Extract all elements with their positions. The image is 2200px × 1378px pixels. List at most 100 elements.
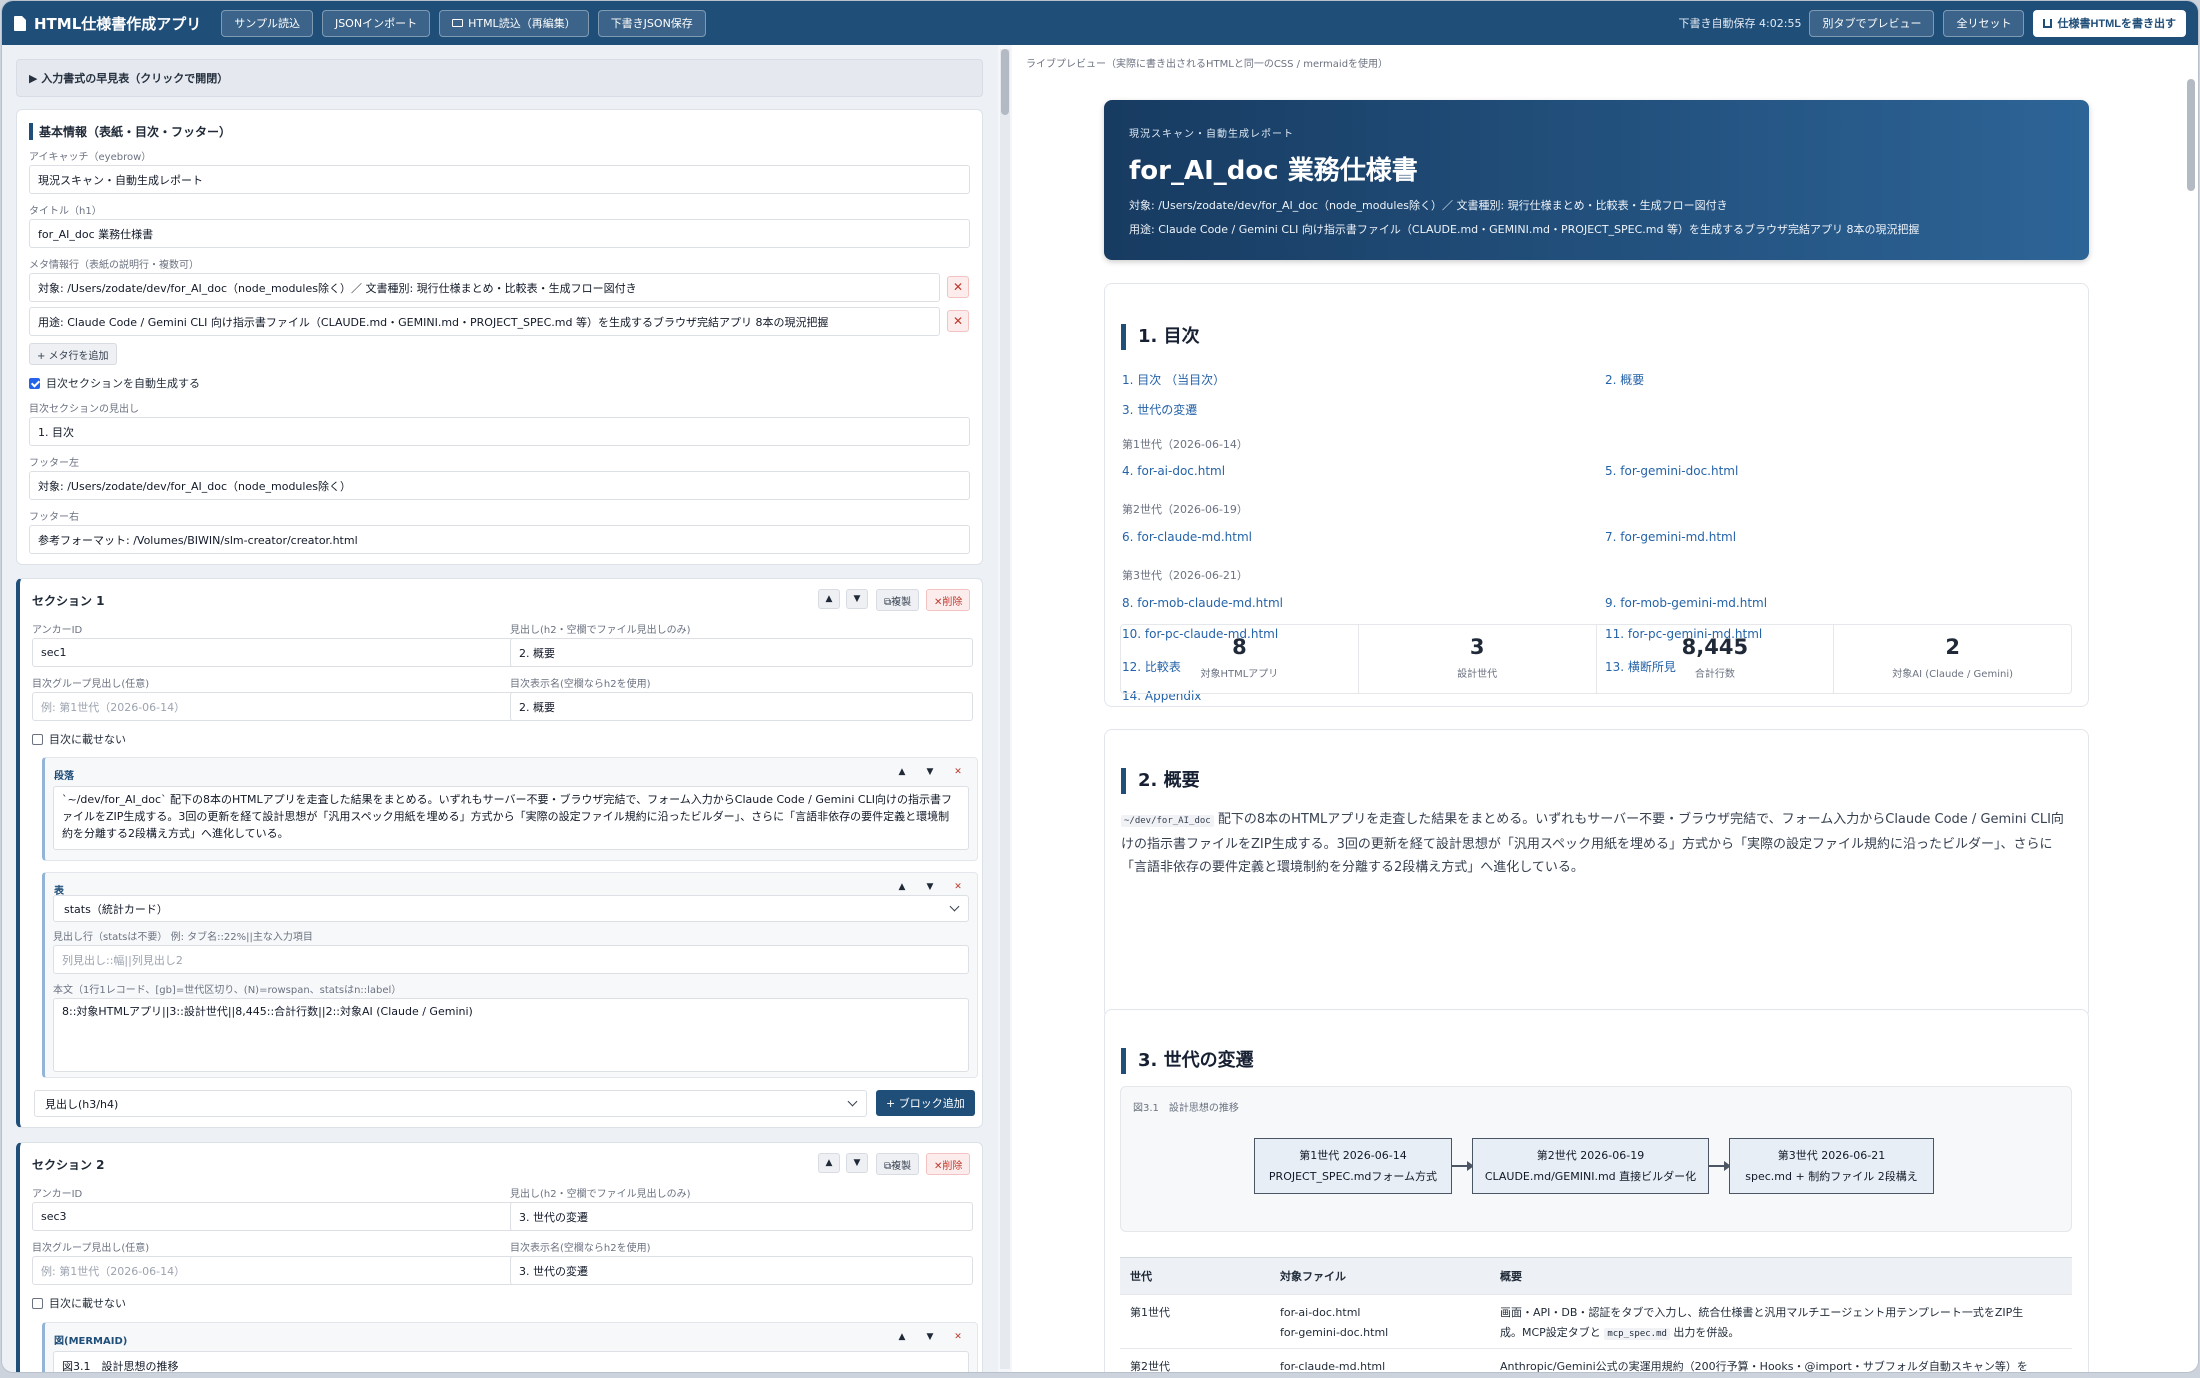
block-type-select[interactable]: 見出し(h3/h4) xyxy=(34,1090,867,1117)
toc-link[interactable]: 8. for-mob-claude-md.html xyxy=(1122,596,1283,610)
diagram-arrow xyxy=(1452,1162,1474,1170)
file-name: for-gemini-doc.html xyxy=(1280,1326,1389,1339)
preview-label: ライブプレビュー（実際に書き出されるHTMLと同一のCSS / mermaidを… xyxy=(1026,59,1389,70)
table-kind-value: stats（統計カード） xyxy=(64,902,168,916)
basic-info-title: 基本情報（表紙・目次・フッター） xyxy=(29,123,231,140)
footer-left-input[interactable]: 対象: /Users/zodate/dev/for_AI_doc（node_mo… xyxy=(29,471,970,500)
load-sample-button[interactable]: サンプル読込 xyxy=(221,9,313,37)
meta-input-2[interactable]: 用途: Claude Code / Gemini CLI 向け指示書ファイル（C… xyxy=(29,307,940,336)
summary-text: 出力を併設。 xyxy=(1673,1326,1740,1339)
toc-link[interactable]: 7. for-gemini-md.html xyxy=(1605,530,1736,544)
editor-scrollbar[interactable] xyxy=(1000,49,1010,1369)
cover-meta-1: 対象: /Users/zodate/dev/for_AI_doc（node_mo… xyxy=(1129,199,1728,212)
add-block-button[interactable]: + ブロック追加 xyxy=(876,1090,975,1116)
summary-line: 成。MCP設定タブと mcp_spec.md 出力を併設。 xyxy=(1500,1323,2062,1344)
block-delete-button[interactable]: ✕ xyxy=(947,1327,969,1347)
toc-auto-checkbox[interactable]: 目次セクションを自動生成する xyxy=(29,375,200,391)
preview-scrollbar-thumb[interactable] xyxy=(2187,79,2195,191)
heading-input[interactable]: 3. 世代の変遷 xyxy=(510,1202,973,1231)
preview-new-tab-button[interactable]: 別タブでプレビュー xyxy=(1809,9,1935,37)
toc-name-input[interactable]: 3. 世代の変遷 xyxy=(510,1256,973,1285)
meta-input-1[interactable]: 対象: /Users/zodate/dev/for_AI_doc（node_mo… xyxy=(29,273,940,302)
editor-scrollbar-thumb[interactable] xyxy=(1001,49,1009,115)
block-move-down-button[interactable]: ▼ xyxy=(919,762,941,782)
node-line: 第2世代 2026-06-19 xyxy=(1536,1149,1645,1162)
toc-heading-input[interactable]: 1. 目次 xyxy=(29,417,970,446)
block-delete-button[interactable]: ✕ xyxy=(947,877,969,897)
remove-meta-1-button[interactable]: ✕ xyxy=(947,276,969,298)
checkbox-unchecked[interactable] xyxy=(32,1297,43,1309)
heading-input[interactable]: 2. 概要 xyxy=(510,638,973,667)
add-meta-row-button[interactable]: + メタ行を追加 xyxy=(29,343,117,365)
block-move-down-button[interactable]: ▼ xyxy=(919,1327,941,1347)
editor-pane[interactable]: ▶ 入力書式の早見表（クリックで開閉） 基本情報（表紙・目次・フッター） アイキ… xyxy=(2,45,998,1372)
toc-link[interactable]: 1. 目次 （当目次） xyxy=(1122,371,1225,388)
table-cell: Anthropic/Gemini公式の実運用規約（200行予算・Hooks・@i… xyxy=(1500,1360,2028,1372)
stat-card: 2 対象AI (Claude / Gemini) xyxy=(1834,625,2071,693)
anchor-input[interactable]: sec1 xyxy=(32,638,515,667)
toc-group: 第1世代（2026-06-14） xyxy=(1122,438,1248,451)
toc-link[interactable]: 9. for-mob-gemini-md.html xyxy=(1605,596,1767,610)
paragraph-textarea[interactable]: `~/dev/for_AI_doc` 配下の8本のHTMLアプリを走査した結果を… xyxy=(53,786,969,850)
paragraph-block-type: 段落 xyxy=(54,771,74,782)
table-row: 第1世代 for-ai-doc.html for-gemini-doc.html … xyxy=(1120,1294,2072,1348)
toc-group-input[interactable]: 例: 第1世代（2026-06-14） xyxy=(32,1256,515,1285)
preview-pane[interactable]: ライブプレビュー（実際に書き出されるHTMLと同一のCSS / mermaidを… xyxy=(1012,45,2198,1372)
checkbox-checked[interactable] xyxy=(29,377,40,389)
toc-link[interactable]: 2. 概要 xyxy=(1605,371,1644,388)
move-up-button[interactable]: ▲ xyxy=(818,589,840,609)
no-toc-checkbox[interactable]: 目次に載せない xyxy=(32,1295,126,1311)
toc-link[interactable]: 6. for-claude-md.html xyxy=(1122,530,1252,544)
cheatsheet-toggle[interactable]: ▶ 入力書式の早見表（クリックで開閉） xyxy=(16,59,983,97)
duplicate-section-button[interactable]: ⧉複製 xyxy=(876,1153,920,1175)
duplicate-section-button[interactable]: ⧉複製 xyxy=(876,589,920,611)
table-body-textarea[interactable]: 8::対象HTMLアプリ||3::設計世代||8,445::合計行数||2::対… xyxy=(53,998,969,1072)
toc-name-label: 目次表示名(空欄ならh2を使用) xyxy=(510,1243,651,1254)
mermaid-block-type: 図(MERMAID) xyxy=(54,1336,128,1347)
generations-diagram: 図3.1 設計思想の推移 第1世代 2026-06-14 PROJECT_SPEC… xyxy=(1120,1086,2072,1232)
block-move-up-button[interactable]: ▲ xyxy=(891,1327,913,1347)
toc-name-input[interactable]: 2. 概要 xyxy=(510,692,973,721)
html-import-button[interactable]: HTML読込（再編集） xyxy=(439,9,589,37)
preview-scrollbar[interactable] xyxy=(2186,79,2196,1371)
section-1-title: セクション 1 xyxy=(32,594,105,608)
cover-hero: 現況スキャン・自動生成レポート for_AI_doc 業務仕様書 対象: /Us… xyxy=(1104,100,2089,260)
section-2-title: セクション 2 xyxy=(32,1158,105,1172)
block-move-up-button[interactable]: ▲ xyxy=(891,762,913,782)
json-import-button[interactable]: JSONインポート xyxy=(321,9,431,37)
table-kind-select[interactable]: stats（統計カード） xyxy=(53,895,969,922)
delete-section-button[interactable]: ✕削除 xyxy=(926,1153,971,1175)
block-move-up-button[interactable]: ▲ xyxy=(891,877,913,897)
move-up-button[interactable]: ▲ xyxy=(818,1153,840,1173)
mermaid-caption-input[interactable]: 図3.1 設計思想の推移 xyxy=(53,1351,969,1372)
remove-meta-2-button[interactable]: ✕ xyxy=(947,310,969,332)
save-draft-json-button[interactable]: 下書きJSON保存 xyxy=(597,9,706,37)
no-toc-checkbox[interactable]: 目次に載せない xyxy=(32,731,126,747)
block-move-down-button[interactable]: ▼ xyxy=(919,877,941,897)
checkbox-unchecked[interactable] xyxy=(32,733,43,745)
move-down-button[interactable]: ▼ xyxy=(846,1153,868,1173)
table-cell: 画面・API・DB・認証をタブで入力し、統合仕様書と汎用マルチエージェント用テン… xyxy=(1490,1303,2072,1348)
toc-link[interactable]: 4. for-ai-doc.html xyxy=(1122,464,1225,478)
move-down-button[interactable]: ▼ xyxy=(846,589,868,609)
footer-right-label: フッター右 xyxy=(29,512,79,523)
footer-right-input[interactable]: 参考フォーマット: /Volumes/BIWIN/slm-creator/cre… xyxy=(29,525,970,554)
toc-link[interactable]: 5. for-gemini-doc.html xyxy=(1605,464,1738,478)
export-html-button[interactable]: 仕様書HTMLを書き出す xyxy=(2033,9,2186,37)
stat-label: 合計行数 xyxy=(1694,669,1735,680)
title-input[interactable]: for_AI_doc 業務仕様書 xyxy=(29,219,970,248)
block-type-value: 見出し(h3/h4) xyxy=(45,1097,119,1111)
anchor-label: アンカーID xyxy=(32,1189,83,1200)
delete-section-button[interactable]: ✕削除 xyxy=(926,589,971,611)
node-line: 第3世代 2026-06-21 xyxy=(1777,1149,1886,1162)
block-delete-button[interactable]: ✕ xyxy=(947,762,969,782)
reset-all-button[interactable]: 全リセット xyxy=(1943,9,2025,37)
stat-card: 3 設計世代 xyxy=(1359,625,1597,693)
toc-link[interactable]: 3. 世代の変遷 xyxy=(1122,401,1197,418)
anchor-input[interactable]: sec3 xyxy=(32,1202,515,1231)
eyebrow-input[interactable]: 現況スキャン・自動生成レポート xyxy=(29,165,970,194)
table-header-input[interactable]: 列見出し::幅||列見出し2 xyxy=(53,945,969,974)
diagram-node-gen2: 第2世代 2026-06-19 CLAUDE.md/GEMINI.md 直接ビルダ… xyxy=(1472,1138,1709,1194)
toc-group-input[interactable]: 例: 第1世代（2026-06-14） xyxy=(32,692,515,721)
toc-group: 第2世代（2026-06-19） xyxy=(1122,503,1248,516)
